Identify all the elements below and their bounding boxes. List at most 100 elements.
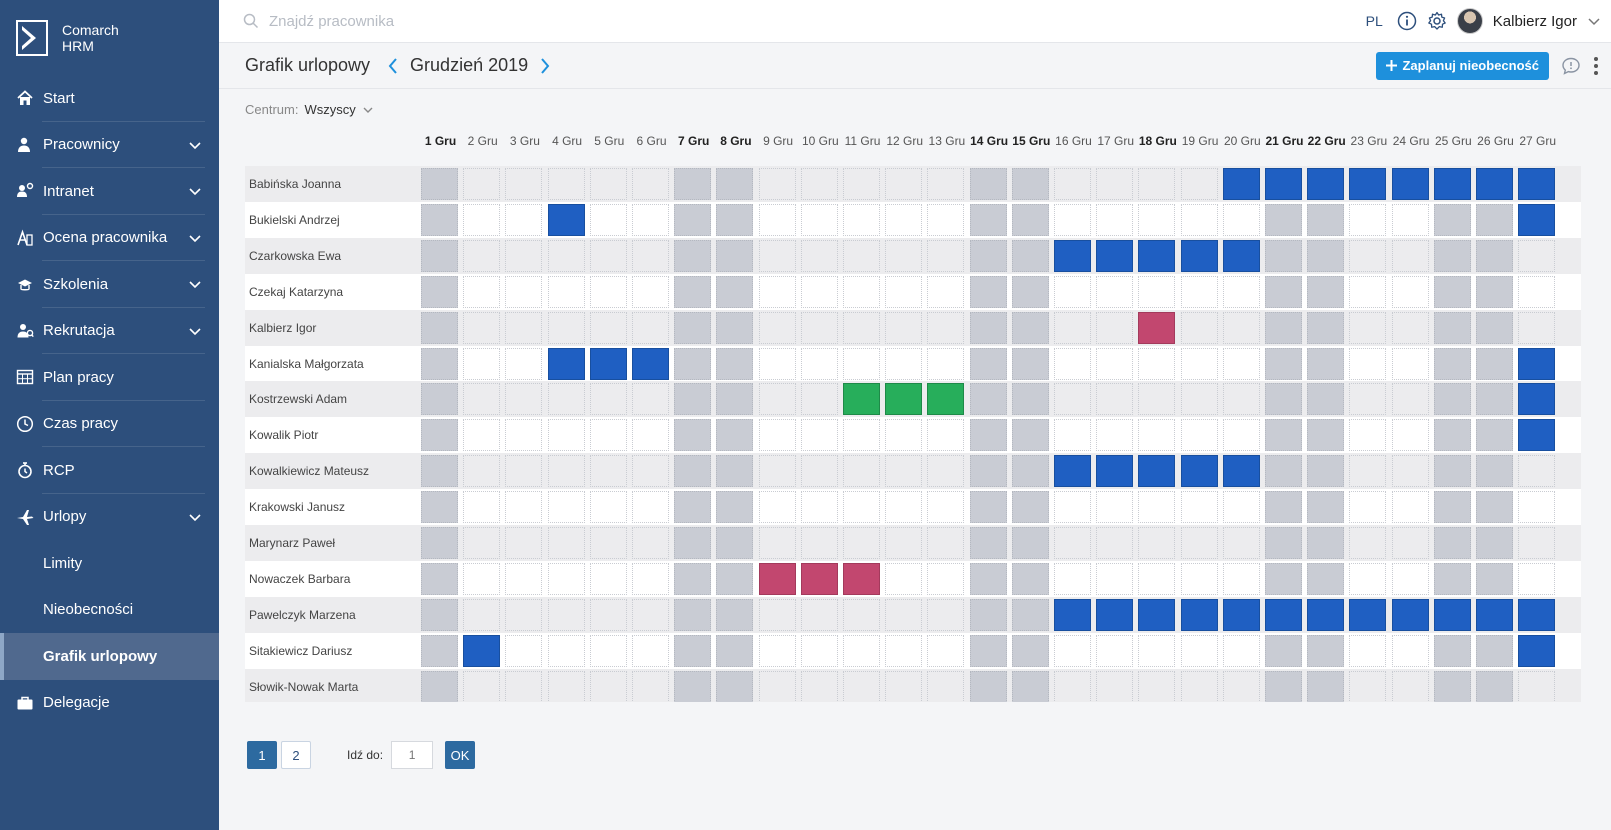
day-cell[interactable] bbox=[1222, 670, 1260, 702]
day-cell[interactable] bbox=[505, 239, 543, 272]
absence-cell[interactable] bbox=[1138, 455, 1176, 488]
day-cell[interactable] bbox=[1180, 168, 1218, 200]
weekend-cell[interactable] bbox=[1265, 383, 1302, 416]
day-cell[interactable] bbox=[1222, 634, 1260, 667]
info-icon[interactable] bbox=[1397, 11, 1417, 31]
weekend-cell[interactable] bbox=[674, 455, 712, 488]
weekend-cell[interactable] bbox=[674, 419, 712, 452]
weekend-cell[interactable] bbox=[1307, 419, 1345, 452]
weekend-cell[interactable] bbox=[716, 168, 754, 200]
day-cell[interactable] bbox=[463, 527, 501, 559]
weekend-cell[interactable] bbox=[674, 168, 712, 200]
day-cell[interactable] bbox=[463, 598, 501, 631]
day-cell[interactable] bbox=[1096, 168, 1134, 200]
weekend-cell[interactable] bbox=[1265, 311, 1302, 344]
day-cell[interactable] bbox=[1096, 562, 1134, 595]
day-cell[interactable] bbox=[589, 562, 627, 595]
weekend-cell[interactable] bbox=[1011, 670, 1049, 702]
weekend-cell[interactable] bbox=[1265, 527, 1302, 559]
day-cell[interactable] bbox=[1138, 203, 1176, 236]
day-cell[interactable] bbox=[1391, 275, 1429, 308]
sidebar-item-czas-pracy[interactable]: Czas pracy bbox=[0, 401, 219, 448]
day-cell[interactable] bbox=[843, 527, 880, 559]
day-cell[interactable] bbox=[843, 670, 880, 702]
weekend-cell[interactable] bbox=[421, 455, 458, 488]
sidebar-item-pracownicy[interactable]: Pracownicy bbox=[0, 122, 219, 169]
weekend-cell[interactable] bbox=[716, 455, 754, 488]
weekend-cell[interactable] bbox=[674, 527, 712, 559]
chevron-down-icon[interactable] bbox=[362, 104, 374, 116]
sidebar-item-rekrutacja[interactable]: Rekrutacja bbox=[0, 308, 219, 355]
weekend-cell[interactable] bbox=[1265, 562, 1302, 595]
day-cell[interactable] bbox=[1518, 455, 1556, 488]
weekend-cell[interactable] bbox=[1307, 527, 1345, 559]
weekend-cell[interactable] bbox=[1307, 383, 1345, 416]
absence-cell[interactable] bbox=[1096, 598, 1134, 631]
day-cell[interactable] bbox=[927, 562, 965, 595]
day-cell[interactable] bbox=[463, 275, 501, 308]
day-cell[interactable] bbox=[1138, 634, 1176, 667]
goto-ok-button[interactable]: OK bbox=[445, 741, 476, 769]
day-cell[interactable] bbox=[1349, 670, 1387, 702]
sidebar-item-delegacje[interactable]: Delegacje bbox=[0, 680, 219, 727]
absence-cell[interactable] bbox=[1222, 598, 1260, 631]
absence-cell[interactable] bbox=[1518, 168, 1556, 200]
weekend-cell[interactable] bbox=[1307, 239, 1345, 272]
day-cell[interactable] bbox=[927, 275, 965, 308]
day-cell[interactable] bbox=[1096, 419, 1134, 452]
day-cell[interactable] bbox=[1180, 634, 1218, 667]
page-button[interactable]: 2 bbox=[281, 741, 311, 769]
weekend-cell[interactable] bbox=[421, 203, 458, 236]
weekend-cell[interactable] bbox=[1011, 311, 1049, 344]
day-cell[interactable] bbox=[927, 455, 965, 488]
absence-cell[interactable] bbox=[885, 383, 923, 416]
day-cell[interactable] bbox=[1180, 383, 1218, 416]
day-cell[interactable] bbox=[1096, 311, 1134, 344]
day-cell[interactable] bbox=[1054, 562, 1091, 595]
day-cell[interactable] bbox=[843, 311, 880, 344]
absence-cell[interactable] bbox=[1222, 239, 1260, 272]
weekend-cell[interactable] bbox=[674, 562, 712, 595]
weekend-cell[interactable] bbox=[421, 347, 458, 380]
day-cell[interactable] bbox=[463, 383, 501, 416]
day-cell[interactable] bbox=[1391, 562, 1429, 595]
weekend-cell[interactable] bbox=[969, 275, 1007, 308]
day-cell[interactable] bbox=[800, 419, 838, 452]
day-cell[interactable] bbox=[800, 168, 838, 200]
absence-cell[interactable] bbox=[800, 562, 838, 595]
day-cell[interactable] bbox=[1054, 275, 1091, 308]
day-cell[interactable] bbox=[589, 168, 627, 200]
user-name[interactable]: Kalbierz Igor bbox=[1493, 13, 1577, 30]
weekend-cell[interactable] bbox=[1433, 275, 1471, 308]
day-cell[interactable] bbox=[885, 168, 923, 200]
absence-cell[interactable] bbox=[1476, 168, 1513, 200]
weekend-cell[interactable] bbox=[716, 347, 754, 380]
day-cell[interactable] bbox=[1349, 311, 1387, 344]
absence-cell[interactable] bbox=[1054, 239, 1091, 272]
day-cell[interactable] bbox=[505, 275, 543, 308]
absence-cell[interactable] bbox=[1180, 239, 1218, 272]
weekend-cell[interactable] bbox=[1265, 419, 1302, 452]
day-cell[interactable] bbox=[800, 670, 838, 702]
day-cell[interactable] bbox=[1138, 562, 1176, 595]
day-cell[interactable] bbox=[927, 598, 965, 631]
more-options-icon[interactable] bbox=[1593, 56, 1599, 76]
search-input[interactable] bbox=[269, 12, 669, 30]
absence-cell[interactable] bbox=[1433, 598, 1471, 631]
day-cell[interactable] bbox=[1180, 562, 1218, 595]
weekend-cell[interactable] bbox=[1011, 491, 1049, 524]
absence-cell[interactable] bbox=[1180, 598, 1218, 631]
absence-cell[interactable] bbox=[1518, 347, 1556, 380]
weekend-cell[interactable] bbox=[1265, 670, 1302, 702]
weekend-cell[interactable] bbox=[674, 634, 712, 667]
weekend-cell[interactable] bbox=[1307, 311, 1345, 344]
day-cell[interactable] bbox=[1518, 239, 1556, 272]
day-cell[interactable] bbox=[547, 239, 585, 272]
day-cell[interactable] bbox=[800, 634, 838, 667]
day-cell[interactable] bbox=[547, 311, 585, 344]
day-cell[interactable] bbox=[800, 203, 838, 236]
day-cell[interactable] bbox=[547, 634, 585, 667]
absence-cell[interactable] bbox=[1518, 383, 1556, 416]
day-cell[interactable] bbox=[1054, 670, 1091, 702]
absence-cell[interactable] bbox=[1222, 168, 1260, 200]
